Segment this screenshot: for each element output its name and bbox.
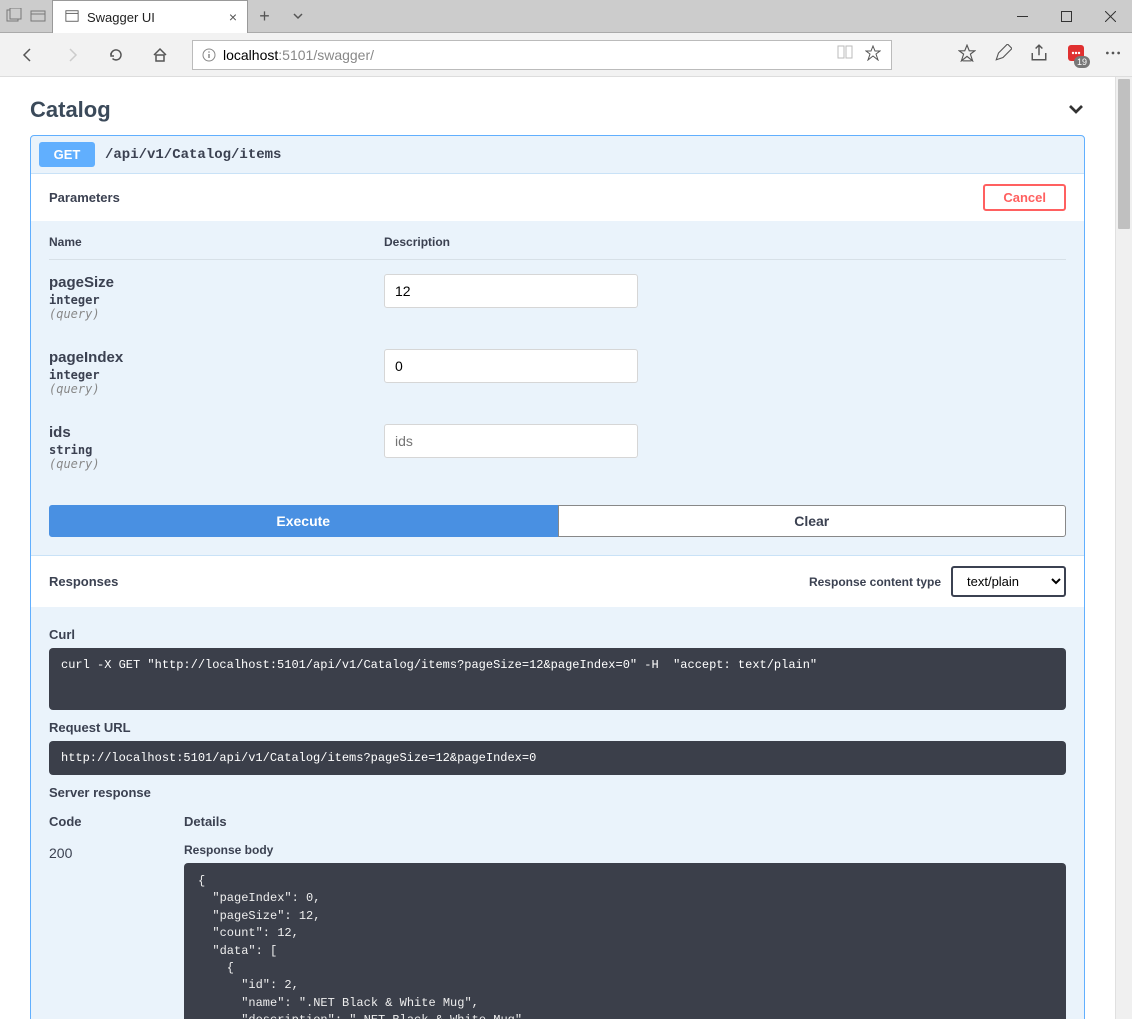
tab-chevron-icon[interactable] — [281, 0, 314, 32]
column-description: Description — [384, 235, 1066, 249]
close-window-button[interactable] — [1088, 0, 1132, 32]
operation-summary[interactable]: GET /api/v1/Catalog/items — [31, 136, 1084, 174]
response-code: 200 — [49, 837, 184, 1019]
address-bar: localhost:5101/swagger/ 19 — [0, 33, 1132, 77]
home-button[interactable] — [142, 37, 178, 73]
table-row: ids string (query) — [49, 410, 1066, 485]
maximize-button[interactable] — [1044, 0, 1088, 32]
close-tab-icon[interactable]: × — [229, 9, 237, 25]
reading-view-icon[interactable] — [837, 45, 853, 64]
param-name: pageIndex — [49, 349, 384, 366]
operation-block: GET /api/v1/Catalog/items Parameters Can… — [30, 135, 1085, 1019]
section-collapse-icon[interactable] — [1067, 100, 1085, 121]
url-text: localhost:5101/swagger/ — [219, 47, 833, 63]
section-title[interactable]: Catalog — [30, 97, 111, 123]
site-info-icon[interactable] — [199, 48, 219, 62]
extension-icon[interactable]: 19 — [1066, 43, 1086, 66]
extension-badge: 19 — [1074, 56, 1090, 68]
response-body-label: Response body — [184, 843, 1066, 857]
operation-path: /api/v1/Catalog/items — [105, 147, 281, 163]
set-tabs-icon[interactable] — [30, 8, 46, 24]
window-titlebar: Swagger UI × + — [0, 0, 1132, 33]
content-type-label: Response content type — [809, 575, 941, 589]
details-column: Details — [184, 814, 1066, 829]
response-body-output[interactable]: { "pageIndex": 0, "pageSize": 12, "count… — [184, 863, 1066, 1019]
page-content: Catalog GET /api/v1/Catalog/items Parame… — [0, 77, 1115, 1019]
more-icon[interactable] — [1104, 44, 1122, 65]
http-method-badge: GET — [39, 142, 95, 167]
table-row: pageSize integer (query) — [49, 260, 1066, 335]
tabs-aside-icon[interactable] — [6, 8, 22, 24]
table-row: pageIndex integer (query) — [49, 335, 1066, 410]
curl-output[interactable]: curl -X GET "http://localhost:5101/api/v… — [49, 648, 1066, 710]
forward-button[interactable] — [54, 37, 90, 73]
favorite-icon[interactable] — [865, 45, 881, 64]
minimize-button[interactable] — [1000, 0, 1044, 32]
browser-tab[interactable]: Swagger UI × — [52, 0, 248, 33]
param-type: integer — [49, 368, 384, 382]
responses-label: Responses — [49, 574, 118, 589]
param-in: (query) — [49, 307, 384, 321]
vertical-scrollbar[interactable] — [1115, 77, 1132, 1019]
server-response-label: Server response — [49, 785, 1066, 800]
parameters-label: Parameters — [49, 190, 120, 205]
back-button[interactable] — [10, 37, 46, 73]
new-tab-button[interactable]: + — [248, 0, 281, 32]
share-icon[interactable] — [1030, 44, 1048, 65]
param-type: string — [49, 443, 384, 457]
refresh-button[interactable] — [98, 37, 134, 73]
pageindex-input[interactable] — [384, 349, 638, 383]
curl-label: Curl — [49, 627, 1066, 642]
param-name: pageSize — [49, 274, 384, 291]
content-type-select[interactable]: text/plain — [951, 566, 1066, 597]
cancel-button[interactable]: Cancel — [983, 184, 1066, 211]
param-type: integer — [49, 293, 384, 307]
code-column: Code — [49, 814, 184, 829]
tab-favicon — [65, 9, 79, 26]
request-url-output[interactable]: http://localhost:5101/api/v1/Catalog/ite… — [49, 741, 1066, 775]
scroll-thumb[interactable] — [1118, 79, 1130, 229]
request-url-label: Request URL — [49, 720, 1066, 735]
clear-button[interactable]: Clear — [558, 505, 1067, 537]
favorites-icon[interactable] — [958, 44, 976, 65]
parameters-table: Name Description pageSize integer (query… — [31, 221, 1084, 505]
execute-button[interactable]: Execute — [49, 505, 558, 537]
param-in: (query) — [49, 382, 384, 396]
url-box[interactable]: localhost:5101/swagger/ — [192, 40, 892, 70]
notes-icon[interactable] — [994, 44, 1012, 65]
param-in: (query) — [49, 457, 384, 471]
param-name: ids — [49, 424, 384, 441]
ids-input[interactable] — [384, 424, 638, 458]
tab-title: Swagger UI — [87, 10, 155, 25]
pagesize-input[interactable] — [384, 274, 638, 308]
column-name: Name — [49, 235, 384, 249]
